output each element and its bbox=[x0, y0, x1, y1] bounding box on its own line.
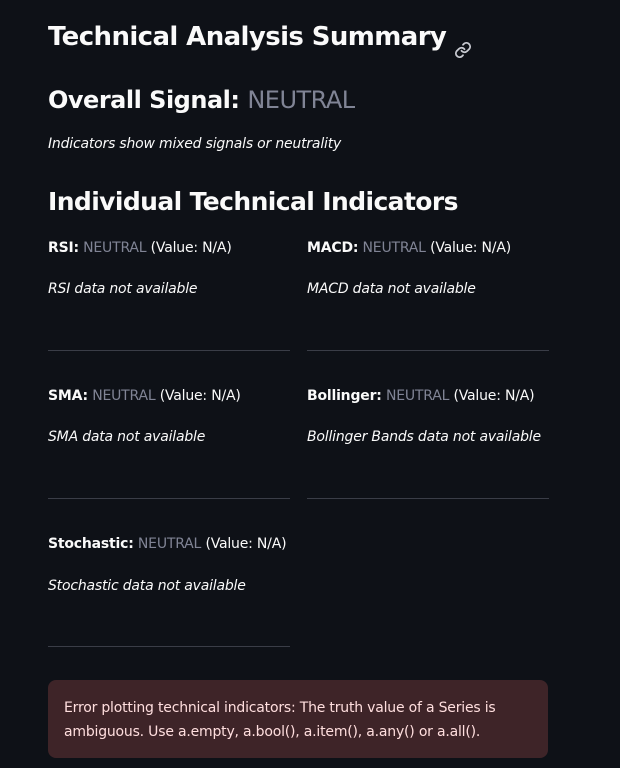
indicator-value: (Value: N/A) bbox=[159, 388, 241, 404]
overall-signal: Overall Signal: NEUTRAL bbox=[48, 80, 355, 120]
indicator-name: Stochastic: bbox=[48, 536, 134, 552]
overall-signal-label: Overall Signal: bbox=[48, 86, 240, 114]
indicator-header: Bollinger: NEUTRAL (Value: N/A) bbox=[307, 386, 549, 406]
indicator-name: RSI: bbox=[48, 240, 79, 256]
indicator-signal: NEUTRAL bbox=[385, 388, 450, 404]
indicator-bollinger: Bollinger: NEUTRAL (Value: N/A) Bollinge… bbox=[307, 386, 549, 499]
indicator-header: SMA: NEUTRAL (Value: N/A) bbox=[48, 386, 290, 406]
divider bbox=[48, 350, 290, 351]
indicator-header: Stochastic: NEUTRAL (Value: N/A) bbox=[48, 534, 290, 554]
indicator-signal: NEUTRAL bbox=[92, 388, 156, 404]
indicator-name: MACD: bbox=[307, 240, 359, 256]
divider bbox=[307, 498, 549, 499]
indicator-macd: MACD: NEUTRAL (Value: N/A) MACD data not… bbox=[307, 238, 549, 351]
indicator-value: (Value: N/A) bbox=[150, 240, 232, 256]
page-title-text: Technical Analysis Summary bbox=[48, 22, 447, 52]
indicator-value: (Value: N/A) bbox=[453, 388, 535, 404]
divider bbox=[307, 350, 549, 351]
divider bbox=[48, 646, 290, 647]
link-icon[interactable] bbox=[454, 30, 472, 58]
indicators-heading: Individual Technical Indicators bbox=[48, 187, 459, 216]
indicator-header: RSI: NEUTRAL (Value: N/A) bbox=[48, 238, 290, 258]
indicator-note: Stochastic data not available bbox=[48, 578, 246, 594]
indicator-signal: NEUTRAL bbox=[362, 240, 426, 256]
indicator-signal: NEUTRAL bbox=[83, 240, 147, 256]
page-title: Technical Analysis Summary bbox=[48, 16, 472, 58]
overall-signal-value: NEUTRAL bbox=[247, 86, 355, 114]
overall-signal-description: Indicators show mixed signals or neutral… bbox=[48, 136, 342, 152]
divider bbox=[48, 498, 290, 499]
indicator-note: RSI data not available bbox=[48, 281, 198, 297]
indicator-sma: SMA: NEUTRAL (Value: N/A) SMA data not a… bbox=[48, 386, 290, 499]
indicator-header: MACD: NEUTRAL (Value: N/A) bbox=[307, 238, 549, 258]
indicator-note: Bollinger Bands data not available bbox=[307, 429, 541, 445]
indicator-rsi: RSI: NEUTRAL (Value: N/A) RSI data not a… bbox=[48, 238, 290, 351]
indicator-signal: NEUTRAL bbox=[137, 536, 202, 552]
indicator-value: (Value: N/A) bbox=[205, 536, 287, 552]
indicator-stochastic: Stochastic: NEUTRAL (Value: N/A) Stochas… bbox=[48, 534, 290, 647]
error-alert: Error plotting technical indicators: The… bbox=[48, 680, 548, 758]
error-message: Error plotting technical indicators: The… bbox=[64, 700, 496, 740]
indicator-name: SMA: bbox=[48, 388, 88, 404]
indicator-note: MACD data not available bbox=[307, 281, 476, 297]
indicator-name: Bollinger: bbox=[307, 388, 382, 404]
indicator-note: SMA data not available bbox=[48, 429, 206, 445]
indicator-value: (Value: N/A) bbox=[430, 240, 511, 256]
